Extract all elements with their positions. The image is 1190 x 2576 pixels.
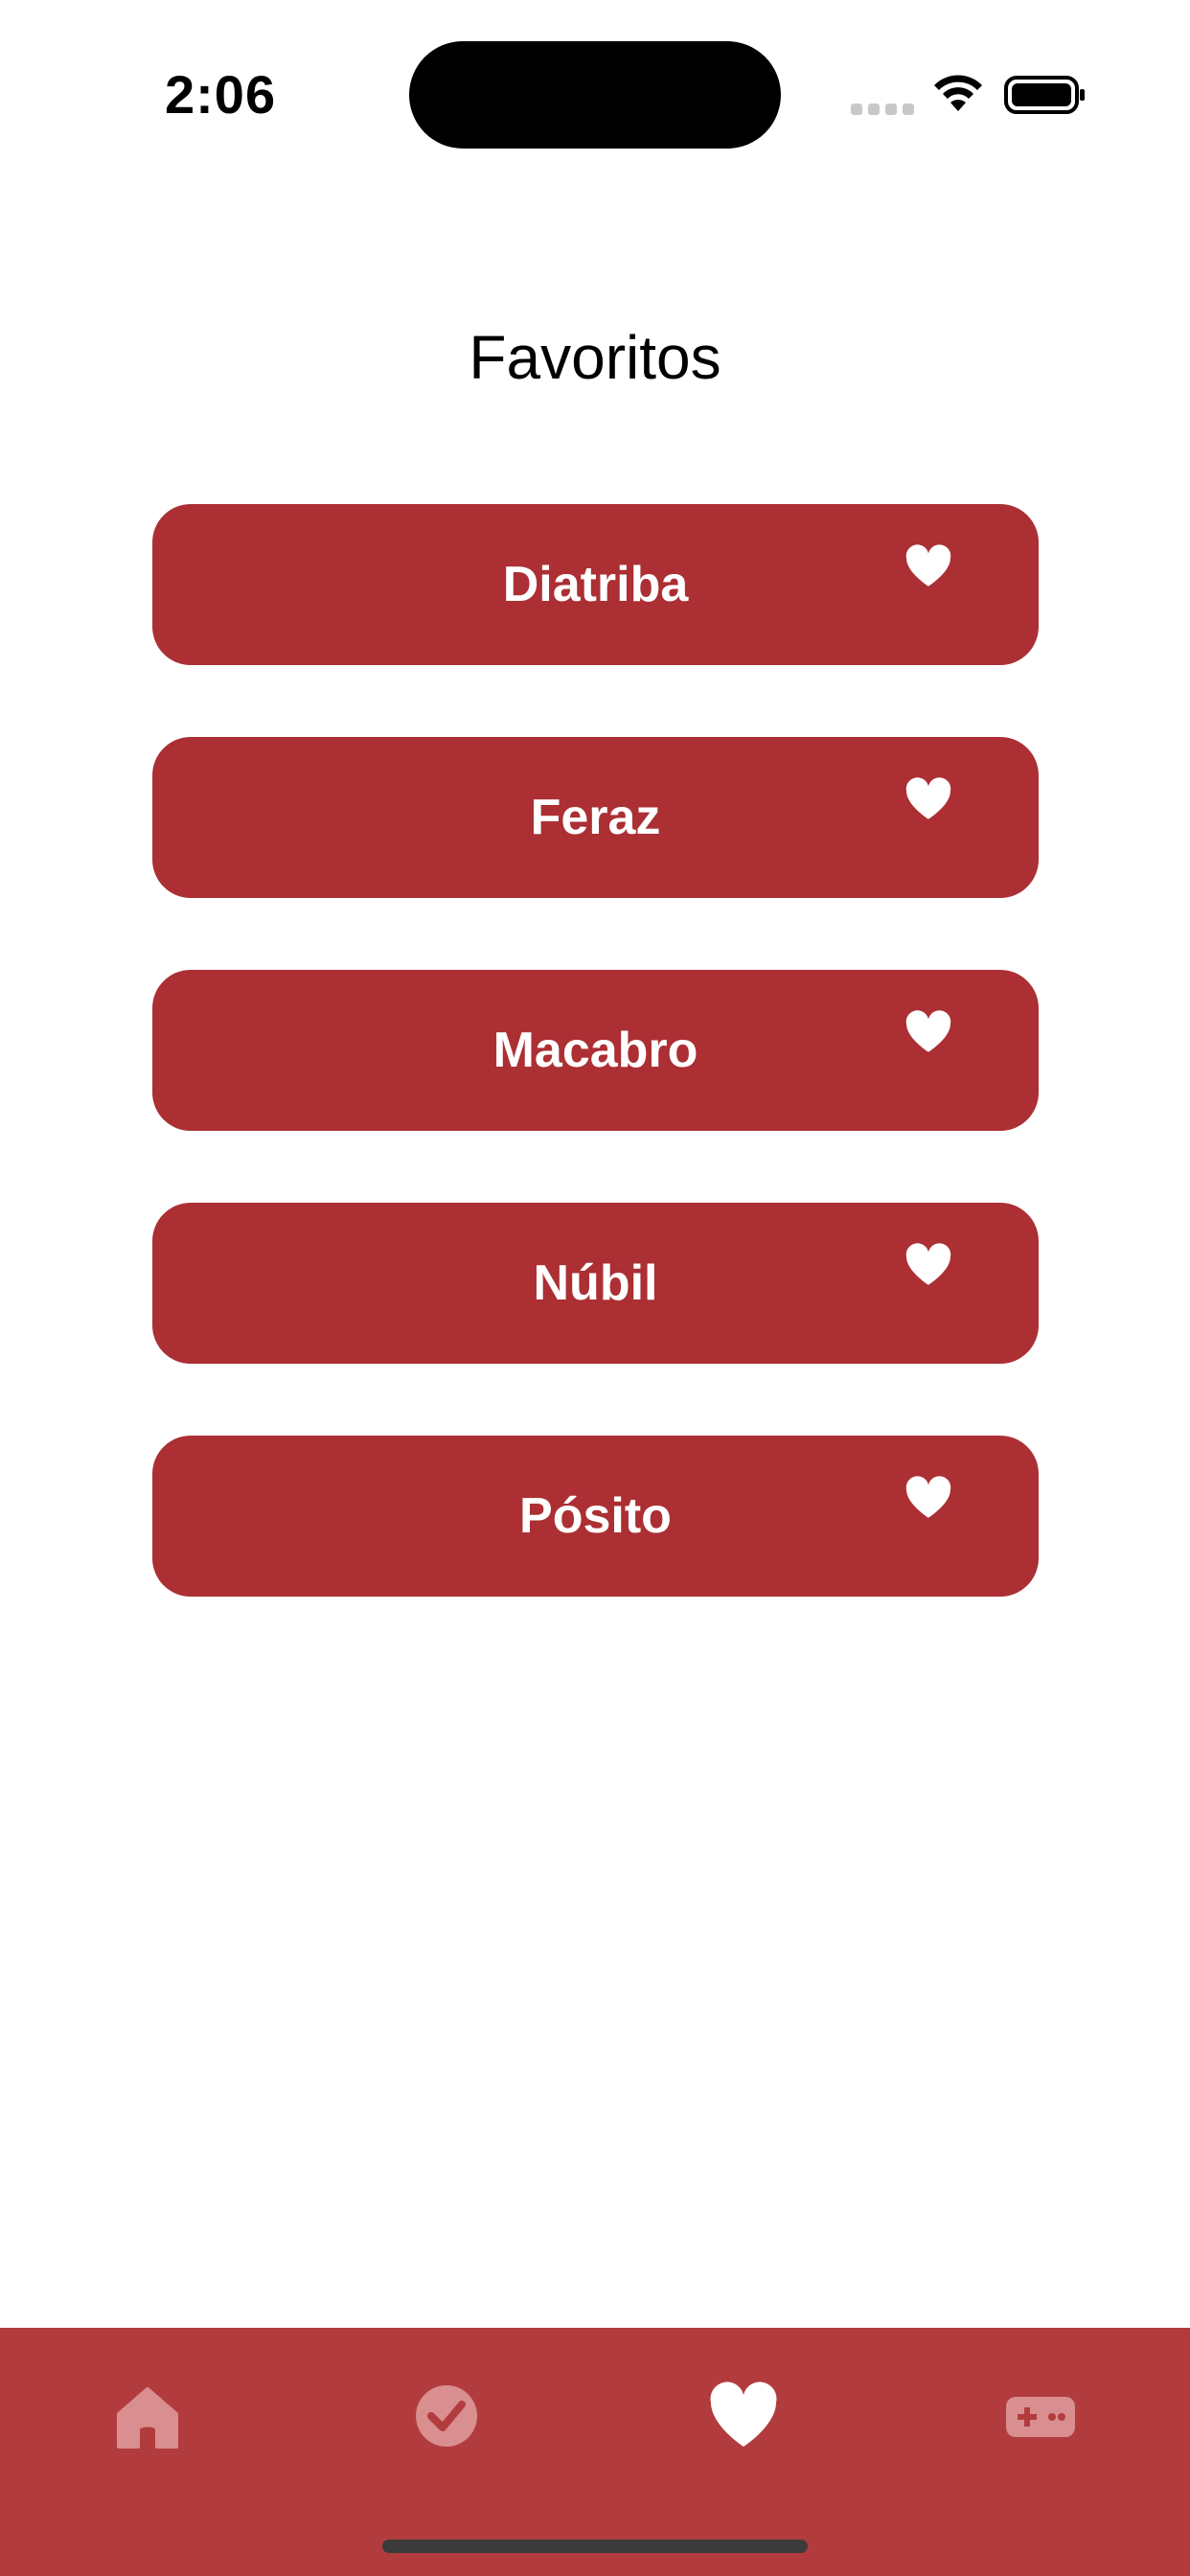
wifi-icon bbox=[934, 75, 982, 111]
gamepad-icon bbox=[1006, 2397, 1075, 2437]
heart-icon[interactable] bbox=[904, 1476, 952, 1520]
heart-icon bbox=[710, 2381, 777, 2447]
tab-favorites[interactable] bbox=[705, 2378, 782, 2454]
cellular-signal-icon bbox=[851, 104, 914, 115]
heart-icon[interactable] bbox=[904, 777, 952, 821]
heart-icon[interactable] bbox=[904, 544, 952, 588]
favorite-card[interactable]: Macabro bbox=[152, 970, 1039, 1131]
checkmark-circle-icon bbox=[416, 2385, 477, 2447]
status-time: 2:06 bbox=[165, 64, 277, 125]
favorite-card[interactable]: Pósito bbox=[152, 1436, 1039, 1597]
favorite-card[interactable]: Diatriba bbox=[152, 504, 1039, 665]
tab-completed[interactable] bbox=[408, 2378, 485, 2454]
tab-games[interactable] bbox=[1002, 2378, 1079, 2454]
home-icon bbox=[117, 2387, 178, 2449]
favorite-card[interactable]: Feraz bbox=[152, 737, 1039, 898]
page-title: Favoritos bbox=[469, 323, 721, 392]
battery-icon bbox=[1004, 76, 1085, 114]
dynamic-island bbox=[409, 41, 781, 149]
favorites-list: Diatriba Feraz Macabro Núbil Pósito bbox=[152, 504, 1039, 1668]
tab-home[interactable] bbox=[109, 2378, 186, 2454]
favorite-card[interactable]: Núbil bbox=[152, 1203, 1039, 1364]
heart-icon[interactable] bbox=[904, 1010, 952, 1054]
heart-icon[interactable] bbox=[904, 1243, 952, 1287]
home-indicator[interactable] bbox=[382, 2540, 808, 2553]
